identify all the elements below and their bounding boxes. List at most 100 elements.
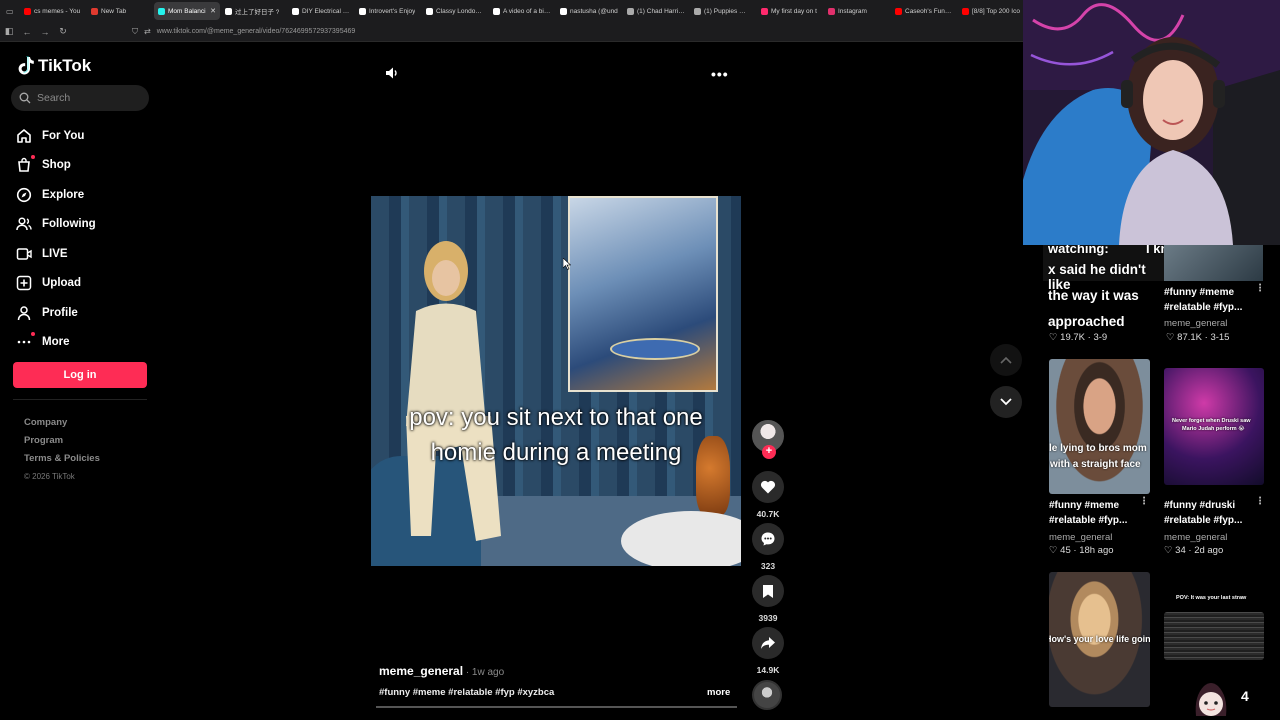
share-icon — [752, 627, 784, 659]
close-tab-icon[interactable]: ✕ — [210, 7, 216, 15]
post-date: 2d ago — [1194, 545, 1224, 556]
save-button[interactable]: 3939 — [750, 575, 786, 627]
related-video-card[interactable]: x said he didn't like the way it was app… — [1043, 262, 1153, 344]
tab-favicon-icon — [828, 7, 835, 15]
overlay-counter: 4 — [1241, 688, 1249, 704]
browser-tab[interactable]: Mom Balanci ✕ — [154, 2, 220, 20]
browser-tab[interactable]: Introvert's Enjoy — [355, 2, 421, 20]
author-name[interactable]: meme_general — [379, 664, 463, 678]
sidebar-item-upload[interactable]: Upload — [16, 269, 96, 299]
webcam-scene — [1023, 0, 1280, 245]
related-video-card[interactable]: POV: It was your last straw — [1164, 590, 1264, 670]
tab-favicon-icon — [560, 7, 567, 15]
sidebar-item-explore[interactable]: Explore — [16, 180, 96, 210]
like-button[interactable]: 40.7K — [750, 471, 786, 523]
site-settings-icon[interactable]: ⇄ — [144, 27, 151, 36]
reload-icon[interactable]: ↻ — [54, 26, 72, 37]
caption-line: homie during a meeting — [430, 439, 682, 466]
sidebar-toggle-icon[interactable]: ◧ — [0, 26, 18, 37]
sidebar-item-for-you[interactable]: For You — [16, 121, 96, 151]
author-name[interactable]: meme_general — [1049, 532, 1112, 543]
volume-icon[interactable] — [385, 66, 399, 80]
author-name[interactable]: meme_general — [1164, 318, 1227, 329]
video-progress-bar[interactable] — [376, 706, 737, 708]
video-author[interactable]: meme_general · 1w ago — [379, 664, 504, 678]
tab-title: New Tab — [101, 7, 127, 15]
notification-dot — [31, 332, 35, 337]
url-text: www.tiktok.com/@meme_general/video/76246… — [156, 28, 356, 35]
sidebar-nav: For You Shop Explore Following LIVE Uplo… — [16, 121, 96, 357]
tab-favicon-icon — [627, 7, 634, 15]
tab-favicon-icon — [493, 7, 500, 15]
sidebar-item-following[interactable]: Following — [16, 210, 96, 240]
music-disc[interactable] — [752, 680, 782, 710]
post-date: 3-9 — [1093, 332, 1108, 343]
related-video-card[interactable]: Never forget when Druski saw Mario Judah… — [1164, 368, 1265, 558]
video-caption: pov: you sit next to that one homie duri… — [371, 400, 741, 470]
related-video-card[interactable]: #funny #meme #relatable #fyp... ⋮ meme_g… — [1164, 283, 1274, 346]
more-link[interactable]: more — [707, 687, 730, 698]
video-hashtags: #funny #meme #relatable #fyp... — [1164, 287, 1243, 313]
next-video-button[interactable] — [990, 386, 1022, 418]
browser-tab[interactable]: (1) Puppies 🐶 c — [690, 2, 756, 20]
video-options-icon[interactable]: ••• — [711, 66, 729, 82]
address-field[interactable]: ⛉ ⇄ www.tiktok.com/@meme_general/video/7… — [132, 27, 355, 37]
footer-link-company[interactable]: Company — [24, 416, 100, 434]
browser-tab[interactable]: My first day on t — [757, 2, 823, 20]
sidebar-item-profile[interactable]: Profile — [16, 298, 96, 328]
browser-tab[interactable]: nastusha (@und — [556, 2, 622, 20]
browser-tab[interactable]: cs memes - You — [20, 2, 86, 20]
tab-title: cs memes - You — [34, 7, 81, 15]
forward-icon[interactable]: → — [36, 27, 54, 37]
author-name[interactable]: meme_general — [1164, 532, 1227, 543]
previous-video-button[interactable] — [990, 344, 1022, 376]
comment-button[interactable]: 323 — [750, 523, 786, 575]
brand-name: TikTok — [38, 56, 92, 75]
browser-url-bar: ◧ ← → ↻ ⛉ ⇄ www.tiktok.com/@meme_general… — [0, 22, 1023, 42]
video-stats: ♡ 34 · 2d ago — [1164, 545, 1224, 556]
post-date: 3-15 — [1210, 332, 1230, 343]
search-input[interactable]: Search — [11, 85, 149, 111]
footer-link-program[interactable]: Program — [24, 434, 100, 452]
related-video-card[interactable]: le lying to bros mom with a straight fac… — [1049, 359, 1150, 559]
creator-avatar[interactable]: + — [752, 420, 784, 459]
login-button[interactable]: Log in — [13, 362, 147, 388]
video-hashtags[interactable]: #funny #meme #relatable #fyp #xyzbca — [379, 687, 554, 698]
back-icon[interactable]: ← — [18, 27, 36, 37]
browser-tab[interactable]: 过上了好日子 ? — [221, 2, 287, 20]
share-button[interactable]: 14.9K — [750, 627, 786, 679]
shop-icon — [16, 155, 35, 173]
related-video-card[interactable]: How's your love life going? — [1049, 572, 1150, 707]
browser-tab[interactable]: Caseoh's Funnie — [891, 2, 957, 20]
kebab-icon[interactable]: ⋮ — [1139, 496, 1149, 507]
tab-favicon-icon — [225, 7, 232, 15]
browser-tab[interactable]: Instagram — [824, 2, 890, 20]
browser-tab[interactable]: (1) Chad Harrisor — [623, 2, 689, 20]
sidebar-item-live[interactable]: LIVE — [16, 239, 96, 269]
footer-link-terms[interactable]: Terms & Policies — [24, 452, 100, 470]
tab-menu[interactable]: ▭ — [1, 2, 19, 20]
compass-icon — [16, 187, 32, 203]
tab-title: Instagram — [838, 7, 867, 15]
tiktok-logo[interactable]: TikTok — [16, 56, 91, 76]
sidebar-item-more[interactable]: More — [16, 328, 96, 358]
heart-icon — [752, 471, 784, 503]
tab-title: Introvert's Enjoy — [369, 7, 416, 15]
thumb-overlay: approached — [1048, 314, 1125, 329]
follow-plus-icon[interactable]: + — [762, 445, 776, 459]
kebab-icon[interactable]: ⋮ — [1255, 283, 1265, 294]
video-stats: ♡ 19.7K · 3-9 — [1049, 332, 1108, 343]
tab-favicon-icon — [694, 7, 701, 15]
search-icon — [19, 92, 31, 104]
thumb-overlay: Mario Judah perform 😭 — [1182, 426, 1245, 432]
browser-tab[interactable]: A video of a bizar — [489, 2, 555, 20]
browser-tab[interactable]: DIY Electrical Cri — [288, 2, 354, 20]
kebab-icon[interactable]: ⋮ — [1255, 496, 1265, 507]
browser-tab[interactable]: Classy London N — [422, 2, 488, 20]
webcam-overlay — [1023, 0, 1280, 245]
shield-icon: ⛉ — [132, 26, 138, 36]
video-player[interactable]: pov: you sit next to that one homie duri… — [371, 196, 741, 566]
browser-tab[interactable]: [8/8] Top 200 Ico — [958, 2, 1023, 20]
browser-tab[interactable]: New Tab — [87, 2, 153, 20]
sidebar-item-shop[interactable]: Shop — [16, 151, 96, 181]
